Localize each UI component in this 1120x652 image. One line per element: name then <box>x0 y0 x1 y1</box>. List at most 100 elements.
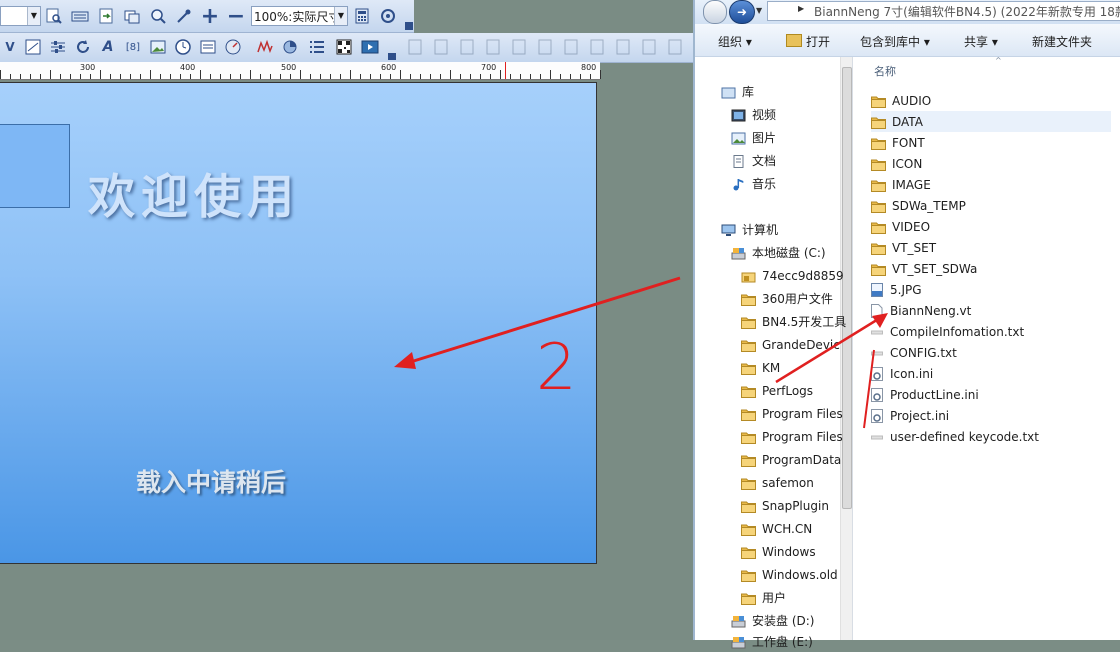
share-button[interactable]: 共享 ▾ <box>964 33 998 50</box>
column-header-name[interactable]: 名称 <box>874 63 896 79</box>
new-folder-button[interactable]: 新建文件夹 <box>1032 33 1092 50</box>
nav-libraries[interactable]: 库 <box>721 81 754 102</box>
bit-lamp-icon[interactable]: V <box>0 37 20 57</box>
clock-icon[interactable] <box>173 37 193 57</box>
list-icon[interactable] <box>307 37 327 57</box>
file-list-item[interactable]: VIDEO <box>871 216 1111 237</box>
qr-code-icon[interactable] <box>334 37 354 57</box>
nav-disk-d[interactable]: 安装盘 (D:) <box>731 610 814 631</box>
nav-folder[interactable]: 360用户文件 <box>741 288 833 309</box>
settings-icon[interactable] <box>378 6 398 26</box>
file-list-item[interactable]: BiannNeng.vt <box>871 300 1111 321</box>
nav-music[interactable]: 音乐 <box>731 173 776 194</box>
file-list-item[interactable]: ICON <box>871 153 1111 174</box>
scale-icon[interactable] <box>23 37 43 57</box>
gauge-icon[interactable] <box>223 37 243 57</box>
nav-scrollbar-thumb[interactable] <box>842 67 852 509</box>
ruler-tick <box>120 74 121 79</box>
include-library-button[interactable]: 包含到库中 ▾ <box>860 33 930 50</box>
nav-local-disk[interactable]: 本地磁盘 (C:) <box>731 242 826 263</box>
chevron-down-icon[interactable]: ▼ <box>334 7 347 25</box>
file-list-item[interactable]: Project.ini <box>871 405 1111 426</box>
chevron-down-icon[interactable]: ▼ <box>756 6 762 15</box>
ruler-tick <box>170 74 171 79</box>
picture-icon[interactable] <box>148 37 168 57</box>
nav-folder[interactable]: Program Files <box>741 426 843 447</box>
nav-item-label: 工作盘 (E:) <box>752 635 813 649</box>
file-list-item[interactable]: VT_SET <box>871 237 1111 258</box>
zoom-in-icon[interactable]: + <box>200 4 220 29</box>
nav-folder[interactable]: Program Files <box>741 403 843 424</box>
file-list-item[interactable]: AUDIO <box>871 90 1111 111</box>
file-list-item[interactable]: IMAGE <box>871 174 1111 195</box>
nav-folder[interactable]: ProgramData <box>741 449 841 470</box>
file-list-item[interactable]: FONT <box>871 132 1111 153</box>
nav-folder[interactable]: BN4.5开发工具 <box>741 311 846 332</box>
nav-videos[interactable]: 视频 <box>731 104 776 125</box>
chevron-down-icon[interactable]: ▼ <box>27 7 40 25</box>
back-button[interactable] <box>703 0 727 24</box>
ruler-tick <box>590 74 591 79</box>
nav-computer[interactable]: 计算机 <box>721 219 778 240</box>
canvas-rectangle[interactable] <box>0 124 70 208</box>
file-list-item[interactable]: user-defined keycode.txt <box>871 426 1111 447</box>
nav-folder[interactable]: Windows.old <box>741 564 838 585</box>
refresh-icon[interactable] <box>73 37 93 57</box>
toolbar-overflow-icon[interactable] <box>405 22 413 30</box>
text-icon[interactable]: A <box>98 37 118 57</box>
nav-pictures[interactable]: 图片 <box>731 127 776 148</box>
nav-folder[interactable]: 用户 <box>741 587 786 608</box>
zoom-combo[interactable]: 100%:实际尺寸 ▼ <box>251 6 348 26</box>
nav-folder[interactable]: safemon <box>741 472 814 493</box>
find-icon[interactable] <box>44 6 64 26</box>
file-list-item[interactable]: 5.JPG <box>871 279 1111 300</box>
breadcrumb[interactable]: BiannNeng 7寸(编辑软件BN4.5) (2022年新款专用 18款..… <box>814 3 1120 20</box>
zoom-out-icon[interactable]: − <box>226 4 246 29</box>
file-list-item[interactable]: CONFIG.txt <box>871 342 1111 363</box>
nav-item-label: BN4.5开发工具 <box>762 315 847 329</box>
file-list-item[interactable]: ProductLine.ini <box>871 384 1111 405</box>
nav-item-label: Windows <box>762 544 816 559</box>
file-name: CONFIG.txt <box>890 345 957 360</box>
file-list-item[interactable]: CompileInfomation.txt <box>871 321 1111 342</box>
calculator-icon[interactable] <box>352 6 372 26</box>
eyedropper-icon[interactable] <box>174 6 194 26</box>
nav-folder[interactable]: KM <box>741 357 780 378</box>
nav-documents[interactable]: 文档 <box>731 150 776 171</box>
nav-folder[interactable]: Windows <box>741 541 816 562</box>
nav-folder[interactable]: GrandeDevic <box>741 334 840 355</box>
windows-icon[interactable] <box>122 6 142 26</box>
welcome-text[interactable]: 欢迎使用 <box>88 158 300 227</box>
file-list-item[interactable]: DATA <box>871 111 1111 132</box>
align-tools-disabled <box>405 37 693 57</box>
pie-icon[interactable] <box>280 37 300 57</box>
organize-button[interactable]: 组织 ▾ <box>718 33 752 50</box>
screen-canvas[interactable] <box>0 82 597 564</box>
meter-icon[interactable] <box>198 37 218 57</box>
drive-icon <box>731 615 746 627</box>
forward-button[interactable]: ➜ <box>729 0 755 24</box>
folder-icon <box>871 95 886 108</box>
file-list-item[interactable]: VT_SET_SDWa <box>871 258 1111 279</box>
loading-text[interactable]: 载入中请稍后 <box>136 463 286 499</box>
file-list-item[interactable]: SDWa_TEMP <box>871 195 1111 216</box>
nav-folder[interactable]: PerfLogs <box>741 380 813 401</box>
sliders-icon[interactable] <box>48 37 68 57</box>
video-icon[interactable] <box>360 37 380 57</box>
open-button[interactable]: 打开 <box>786 33 830 50</box>
nav-disk-e[interactable]: 工作盘 (E:) <box>731 631 813 652</box>
zoom-icon[interactable] <box>148 6 168 26</box>
nav-folder[interactable]: SnapPlugin <box>741 495 829 516</box>
ruler-tick <box>20 74 21 79</box>
nav-folder[interactable]: WCH.CN <box>741 518 812 539</box>
folder-icon <box>741 569 756 582</box>
file-list-item[interactable]: Icon.ini <box>871 363 1111 384</box>
toolbar-overflow-icon[interactable] <box>388 53 396 60</box>
object-combo[interactable]: ▼ <box>0 6 41 26</box>
keyboard-icon[interactable] <box>70 6 90 26</box>
address-field[interactable]: ▶ BiannNeng 7寸(编辑软件BN4.5) (2022年新款专用 18款… <box>767 1 1120 21</box>
trend-icon[interactable] <box>255 37 275 57</box>
nav-folder[interactable]: 74ecc9d8859 <box>741 265 844 286</box>
number-icon[interactable]: [8] <box>123 37 143 57</box>
import-icon[interactable] <box>96 6 116 26</box>
